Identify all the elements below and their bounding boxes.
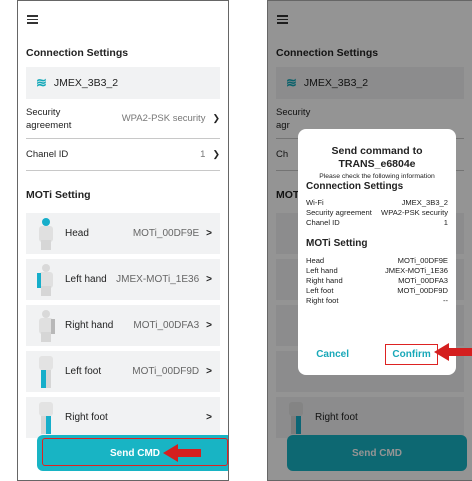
- moti-setting-title: MOTi Setting: [26, 189, 91, 201]
- dialog-moti-row: Right foot --: [306, 296, 448, 306]
- confirm-button[interactable]: Confirm: [385, 344, 438, 365]
- moti-item-name: Right hand: [65, 320, 114, 331]
- arrow-pointer-icon: [434, 343, 472, 361]
- dialog-row-value: MOTi_00DF9E: [397, 256, 448, 265]
- dialog-note: Please check the following information: [319, 173, 435, 180]
- dialog-row-key: Head: [306, 256, 325, 265]
- chevron-right-icon: >: [206, 228, 212, 239]
- dialog-title-line2: TRANS_e6804e: [338, 158, 416, 170]
- body-left-foot-icon: [37, 355, 55, 388]
- confirm-dialog: Send command to TRANS_e6804e Please chec…: [298, 129, 456, 375]
- moti-item-head[interactable]: Head MOTi_00DF9E >: [26, 213, 220, 254]
- dialog-moti-title: MOTi Setting: [306, 238, 368, 249]
- dialog-row-value: 1: [443, 218, 448, 227]
- dialog-connection-title: Connection Settings: [306, 181, 404, 192]
- security-value: WPA2-PSK security: [121, 113, 206, 124]
- dialog-title: Send command to TRANS_e6804e: [298, 145, 456, 171]
- moti-item-value: MOTi_00DF9D: [132, 366, 200, 377]
- dialog-row: Wi-Fi JMEX_3B3_2: [306, 198, 448, 208]
- wifi-name: JMEX_3B3_2: [53, 77, 119, 89]
- dialog-moti-row: Left foot MOTi_00DF9D: [306, 286, 448, 296]
- dialog-row-value: MOTi_00DF9D: [397, 286, 448, 295]
- dialog-row-key: Right foot: [306, 296, 339, 305]
- chevron-down-icon: ❯: [212, 149, 220, 159]
- moti-item-right-foot[interactable]: Right foot >: [26, 397, 220, 438]
- moti-item-value: JMEX-MOTi_1E36: [116, 274, 200, 285]
- dialog-moti-row: Right hand MOTi_00DFA3: [306, 276, 448, 286]
- connection-settings-title: Connection Settings: [26, 47, 129, 59]
- dialog-row-key: Wi-Fi: [306, 198, 324, 207]
- left-screen: Connection Settings ≋ JMEX_3B3_2 Securit…: [17, 0, 229, 481]
- body-right-hand-icon: [37, 309, 55, 342]
- dialog-row-value: --: [442, 296, 448, 305]
- dialog-row-key: Security agreement: [306, 208, 372, 217]
- dialog-row: Security agreement WPA2-PSK security: [306, 208, 448, 218]
- moti-item-value: MOTi_00DFA3: [133, 320, 200, 331]
- wifi-icon: ≋: [36, 75, 47, 90]
- moti-item-name: Head: [65, 228, 89, 239]
- chevron-right-icon: >: [206, 412, 212, 423]
- security-agreement-select[interactable]: Security agreement WPA2-PSK security ❯: [26, 99, 220, 139]
- body-left-hand-icon: [37, 263, 55, 296]
- cancel-button[interactable]: Cancel: [316, 349, 349, 360]
- dialog-buttons: Cancel Confirm: [298, 344, 456, 365]
- dialog-row-value: JMEX-MOTi_1E36: [384, 266, 448, 275]
- chevron-right-icon: >: [206, 320, 212, 331]
- menu-icon[interactable]: [27, 15, 38, 24]
- dialog-row: Chanel ID 1: [306, 218, 448, 228]
- moti-item-left-foot[interactable]: Left foot MOTi_00DF9D >: [26, 351, 220, 392]
- chevron-right-icon: >: [206, 366, 212, 377]
- wifi-selector[interactable]: ≋ JMEX_3B3_2: [26, 67, 220, 99]
- moti-item-right-hand[interactable]: Right hand MOTi_00DFA3 >: [26, 305, 220, 346]
- dialog-row-value: JMEX_3B3_2: [401, 198, 448, 207]
- dialog-row-key: Left hand: [306, 266, 338, 275]
- moti-item-left-hand[interactable]: Left hand JMEX-MOTi_1E36 >: [26, 259, 220, 300]
- channel-value: 1: [200, 149, 206, 160]
- dialog-row-value: WPA2-PSK security: [381, 208, 448, 217]
- moti-item-name: Left hand: [65, 274, 107, 285]
- dialog-moti-row: Left hand JMEX-MOTi_1E36: [306, 266, 448, 276]
- chevron-down-icon: ❯: [212, 113, 220, 123]
- body-right-foot-icon: [37, 401, 55, 434]
- dialog-row-key: Left foot: [306, 286, 334, 295]
- dialog-row-key: Chanel ID: [306, 218, 340, 227]
- body-head-icon: [37, 217, 55, 250]
- right-screen: Connection Settings ≋ JMEX_3B3_2 Securit…: [267, 0, 472, 481]
- channel-label: Chanel ID: [26, 149, 69, 160]
- dialog-moti-row: Head MOTi_00DF9E: [306, 256, 448, 266]
- dialog-title-line1: Send command to: [331, 145, 423, 157]
- moti-item-name: Left foot: [65, 366, 102, 377]
- dialog-row-key: Right hand: [306, 276, 343, 285]
- dialog-row-value: MOTi_00DFA3: [398, 276, 448, 285]
- top-bar: [18, 1, 228, 39]
- chevron-right-icon: >: [206, 274, 212, 285]
- security-label: Security agreement: [26, 106, 72, 131]
- arrow-pointer-icon: [163, 444, 201, 462]
- channel-id-select[interactable]: Chanel ID 1 ❯: [26, 139, 220, 171]
- moti-item-value: MOTi_00DF9E: [132, 228, 200, 239]
- moti-item-name: Right foot: [65, 412, 108, 423]
